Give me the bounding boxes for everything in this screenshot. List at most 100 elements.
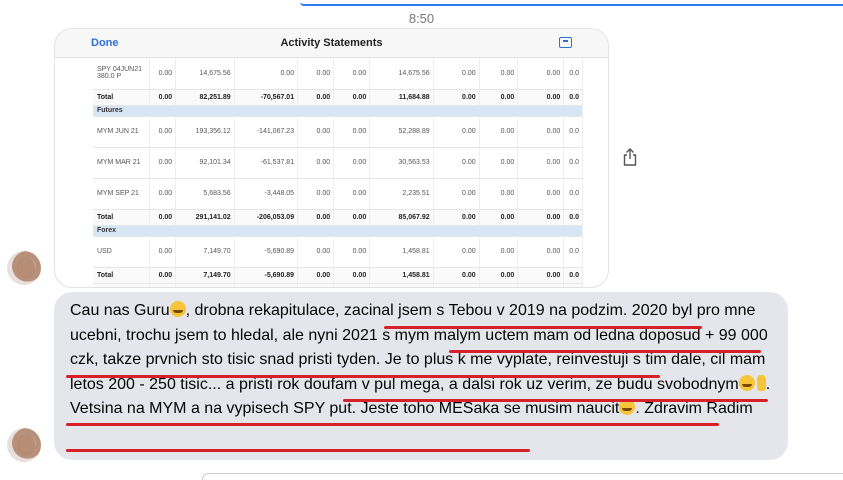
table-cell: 0.00 [297, 267, 335, 284]
highlight-underline [384, 326, 702, 329]
table-cell: 2,235.51 [369, 178, 434, 210]
table-cell: -206,053.09 [234, 209, 299, 226]
table-cell: 0.00 [297, 89, 335, 106]
table-cell: 82,251.89 [175, 89, 235, 106]
table-cell: 0.0 [563, 178, 583, 210]
table-cell: 0.00 [517, 116, 565, 148]
row-label: MYM JUN 21 [93, 116, 151, 148]
table-cell: 0.00 [333, 89, 371, 106]
table-cell: 0.00 [517, 236, 565, 268]
table-cell: 0.0 [563, 58, 583, 90]
table-cell: 0.00 [433, 89, 480, 106]
message-timestamp: 8:50 [408, 11, 435, 26]
table-cell: 0.00 [149, 236, 177, 268]
table-cell: 14,675.56 [369, 58, 434, 90]
statement-title: Activity Statements [280, 37, 383, 49]
table-cell: 0.00 [149, 267, 177, 284]
total-row: Total (All Assets)0.00381,584.78-282,575… [93, 283, 583, 287]
highlight-underline [343, 399, 768, 402]
table-cell: 0.00 [149, 89, 177, 106]
table-cell: -170.70 [479, 283, 519, 287]
table-cell: 0.0 [563, 89, 583, 106]
table-cell: 0.00 [333, 283, 371, 287]
row-label: MYM MAR 21 [93, 147, 151, 179]
table-cell: 0.00 [149, 283, 177, 287]
table-cell: 0.00 [517, 58, 565, 90]
table-cell: 0.00 [333, 209, 371, 226]
table-cell: -5,690.89 [234, 236, 299, 268]
row-label: Total [93, 267, 151, 284]
table-cell: 0.00 [297, 209, 335, 226]
smirk-emoji-icon [169, 301, 186, 317]
table-cell: 0.00 [297, 116, 335, 148]
table-cell: 85,067.92 [369, 209, 434, 226]
table-cell: -5,690.89 [234, 267, 299, 284]
section-header: Futures [93, 105, 583, 117]
table-cell: 0.00 [479, 116, 519, 148]
highlight-underline [66, 375, 660, 378]
row-label: Forex [93, 225, 583, 237]
table-cell: 1,458.81 [369, 267, 434, 284]
table-cell: 0.0 [563, 209, 583, 226]
avatar[interactable] [7, 251, 41, 285]
image-nav-bar: Done Activity Statements [55, 29, 608, 58]
grin-emoji-icon [738, 374, 755, 391]
table-cell: 0.0 [563, 283, 583, 287]
table-cell: 30,563.53 [369, 147, 434, 179]
total-row: Total 0.00 7,149.70 -5,690.89 0.00 0.00 1,458.… [93, 267, 583, 284]
table-row: MYM SEP 21 0.00 5,683.56 -3,448.05 0.00 0.00 2… [93, 178, 583, 210]
table-cell: 0.0 [563, 267, 583, 284]
table-cell: 0.00 [479, 58, 519, 90]
table-row: SPY 04JUN21 380.0 P 0.00 14,675.56 0.00 0.00… [93, 58, 583, 90]
row-label: Total [93, 89, 151, 106]
table-cell: 0.00 [479, 89, 519, 106]
table-cell: 0.00 [333, 116, 371, 148]
table-cell: 0.00 [149, 178, 177, 210]
table-cell: 0.00 [433, 209, 480, 226]
table-cell: 0.00 [149, 116, 177, 148]
table-cell: 0.00 [333, 178, 371, 210]
table-cell: 0.00 [433, 147, 480, 179]
table-cell: 0.00 [433, 178, 480, 210]
table-cell: 0.00 [517, 147, 565, 179]
avatar[interactable] [7, 428, 41, 462]
table-cell: 0.00 [333, 58, 371, 90]
total-row: Total 0.00 291,141.02 -206,053.09 0.00 0.00 85… [93, 209, 583, 226]
table-cell: 0.00 [149, 147, 177, 179]
table-cell: -282,575.37 [234, 283, 299, 287]
table-cell: 92,101.34 [175, 147, 235, 179]
table-cell: -61,537.81 [234, 147, 299, 179]
attached-image[interactable]: Done Activity Statements SPY 04JUN21 380… [54, 28, 609, 288]
table-cell: 7,149.70 [175, 267, 235, 284]
table-cell: 0.0 [563, 236, 583, 268]
row-label: Futures [93, 105, 583, 117]
table-cell: 0.00 [297, 147, 335, 179]
highlight-underline [66, 449, 530, 452]
table-cell: -141,067.23 [234, 116, 299, 148]
share-icon[interactable] [623, 148, 637, 166]
table-row: MYM MAR 21 0.00 92,101.34 -61,537.81 0.00 0.0… [93, 147, 583, 179]
table-cell: 0.00 [297, 283, 335, 287]
table-cell: 0.00 [149, 58, 177, 90]
table-cell: 0.00 [517, 178, 565, 210]
table-cell: 0.00 [517, 267, 565, 284]
table-cell: 0.00 [433, 236, 480, 268]
table-cell: 14,675.56 [175, 58, 235, 90]
table-cell: 0.00 [149, 209, 177, 226]
table-row: USD 0.00 7,149.70 -5,690.89 0.00 0.00 1,458.81… [93, 236, 583, 268]
table-cell: 7,149.70 [175, 236, 235, 268]
pointing-up-emoji-icon [756, 374, 766, 391]
table-cell: 0.00 [433, 58, 480, 90]
table-cell: -70,567.01 [234, 89, 299, 106]
message-text: Cau nas Guru, drobna rekapitulace, zacin… [70, 301, 771, 417]
table-cell: 21,434.76 [517, 283, 565, 287]
highlight-underline [449, 350, 761, 353]
table-cell: 1,458.81 [369, 236, 434, 268]
table-cell: 99,009.42 [369, 283, 434, 287]
row-label: SPY 04JUN21 380.0 P [93, 58, 151, 90]
table-cell: 0.0 [563, 147, 583, 179]
table-cell: 291,141.02 [175, 209, 235, 226]
highlight-underline [66, 423, 719, 426]
table-cell: 0.0 [563, 116, 583, 148]
share-screen-icon [559, 37, 572, 48]
